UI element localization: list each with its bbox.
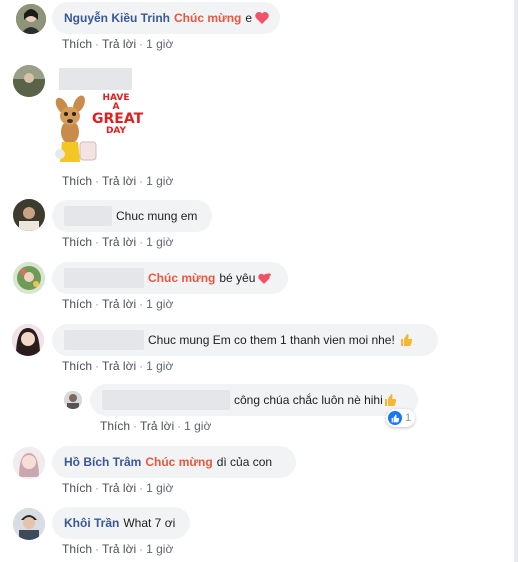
- comment-text: công chúa chắc luôn nè hihi: [234, 393, 383, 407]
- comment-actions: Thích · Trả lời · 1 giờ: [62, 37, 174, 51]
- timestamp[interactable]: 1 giờ: [184, 419, 211, 433]
- commenter-name[interactable]: Nguyễn Kiều Trinh: [64, 10, 170, 26]
- reply-link[interactable]: Trả lời: [102, 174, 136, 188]
- blurred-name: [64, 206, 112, 226]
- reply-link[interactable]: Trả lời: [102, 37, 136, 51]
- timestamp[interactable]: 1 giờ: [146, 297, 173, 311]
- timestamp[interactable]: 1 giờ: [146, 37, 173, 51]
- timestamp[interactable]: 1 giờ: [146, 542, 173, 556]
- avatar[interactable]: [13, 508, 45, 540]
- blurred-name: [64, 330, 144, 350]
- like-link[interactable]: Thích: [100, 419, 130, 433]
- avatar[interactable]: [13, 447, 45, 479]
- timestamp[interactable]: 1 giờ: [146, 235, 173, 249]
- page-edge: [514, 0, 518, 562]
- comment-actions: Thích · Trả lời · 1 giờ: [62, 297, 174, 311]
- comment-bubble: Khôi Trần What 7 ơi: [52, 507, 190, 539]
- like-link[interactable]: Thích: [62, 297, 92, 311]
- thumbs-up-icon: [383, 393, 397, 407]
- blurred-name: [102, 390, 230, 410]
- comment-actions: Thích · Trả lời · 1 giờ: [100, 419, 212, 433]
- comment-bubble: Nguyễn Kiều Trinh Chúc mừng e: [52, 2, 281, 34]
- avatar[interactable]: [16, 4, 46, 34]
- timestamp[interactable]: 1 giờ: [146, 481, 173, 495]
- blurred-name: [64, 268, 144, 288]
- comment-text: e: [245, 11, 253, 25]
- sticker[interactable]: HAVE A GREAT DAY: [50, 92, 144, 172]
- sticker-text: DAY: [105, 126, 127, 136]
- highlight-text: Chúc mừng: [148, 271, 216, 285]
- blurred-name: [59, 68, 132, 90]
- like-link[interactable]: Thích: [62, 542, 92, 556]
- comment-text: Chuc mung em: [116, 209, 198, 223]
- comment-bubble: Chuc mung Em co them 1 thanh vien moi nh…: [52, 324, 438, 356]
- comment-bubble: Chuc mung em: [52, 200, 212, 232]
- avatar[interactable]: [64, 391, 82, 409]
- reply-link[interactable]: Trả lời: [102, 235, 136, 249]
- like-link[interactable]: Thích: [62, 174, 92, 188]
- like-link[interactable]: Thích: [62, 235, 92, 249]
- commenter-name[interactable]: Khôi Trần: [64, 515, 119, 531]
- comment-text: bé yêu: [219, 271, 256, 285]
- comment-actions: Thích · Trả lời · 1 giờ: [62, 235, 174, 249]
- heart-icon: [254, 11, 269, 25]
- comment-actions: Thích · Trả lời · 1 giờ: [62, 174, 174, 188]
- comment-actions: Thích · Trả lời · 1 giờ: [62, 542, 174, 556]
- comment-text: dì của con: [216, 455, 273, 469]
- comment-actions: Thích · Trả lời · 1 giờ: [62, 481, 174, 495]
- reply-link[interactable]: Trả lời: [102, 297, 136, 311]
- sticker-text: GREAT: [92, 111, 144, 127]
- heart-icon: [257, 271, 272, 285]
- reply-link[interactable]: Trả lời: [102, 359, 136, 373]
- comment-bubble: Chúc mừng bé yêu: [52, 262, 288, 294]
- avatar[interactable]: [13, 199, 45, 231]
- thumbs-up-icon: [399, 333, 413, 347]
- reply-link[interactable]: Trả lời: [102, 542, 136, 556]
- comment-bubble: Hồ Bích Trâm Chúc mừng dì của con: [52, 446, 296, 478]
- highlight-text: Chúc mừng: [174, 11, 242, 25]
- like-link[interactable]: Thích: [62, 37, 92, 51]
- like-reaction-icon: [388, 411, 402, 425]
- avatar[interactable]: [13, 65, 45, 97]
- reply-link[interactable]: Trả lời: [102, 481, 136, 495]
- comment-text: What 7 ơi: [123, 516, 176, 530]
- avatar[interactable]: [12, 324, 44, 356]
- reply-link[interactable]: Trả lời: [140, 419, 174, 433]
- reaction-count[interactable]: 1: [386, 409, 416, 427]
- highlight-text: Chúc mừng: [145, 455, 213, 469]
- commenter-name[interactable]: Hồ Bích Trâm: [64, 454, 141, 470]
- timestamp[interactable]: 1 giờ: [146, 174, 173, 188]
- timestamp[interactable]: 1 giờ: [146, 359, 173, 373]
- like-link[interactable]: Thích: [62, 481, 92, 495]
- comment-actions: Thích · Trả lời · 1 giờ: [62, 359, 174, 373]
- comment-bubble: công chúa chắc luôn nè hihi: [90, 384, 418, 416]
- avatar[interactable]: [13, 262, 45, 294]
- comment-text: Chuc mung Em co them 1 thanh vien moi nh…: [148, 333, 395, 347]
- like-link[interactable]: Thích: [62, 359, 92, 373]
